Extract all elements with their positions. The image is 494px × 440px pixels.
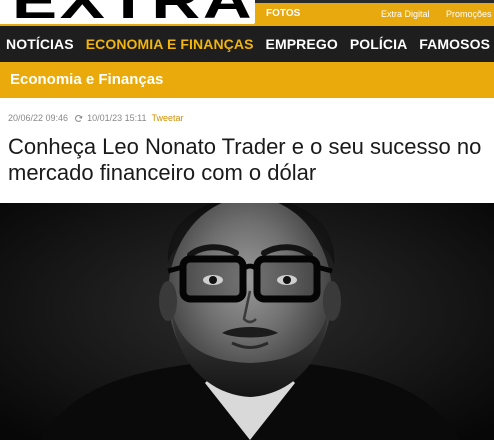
nav-item-noticias[interactable]: NOTÍCIAS [6,36,74,52]
section-title[interactable]: Economia e Finanças [10,71,163,88]
nav-item-policia[interactable]: POLÍCIA [350,36,407,52]
published-date: 20/06/22 09:46 [8,113,69,123]
left-pupil [209,276,217,284]
top-link-fotos[interactable]: FOTOS [266,8,300,19]
article-headline: Conheça Leo Nonato Trader e o seu sucess… [8,134,482,185]
article-meta: 20/06/22 09:46 10/01/23 15:11 Tweetar [8,113,183,123]
top-link-promocoes[interactable]: Promoções [446,9,492,19]
logo-text: EXTRA [12,0,254,24]
nav-item-economia-e-financas[interactable]: ECONOMIA E FINANÇAS [86,36,254,52]
page: EXTRA FOTOS Extra Digital Promoções NOTÍ… [0,0,494,440]
section-bar: Economia e Finanças [0,62,494,98]
main-nav: NOTÍCIAS ECONOMIA E FINANÇAS EMPREGO POL… [0,26,494,62]
right-ear [323,281,341,321]
refresh-icon [75,114,83,122]
portrait-image [0,203,494,440]
top-brand-bar: EXTRA FOTOS Extra Digital Promoções [0,0,494,26]
tweet-link[interactable]: Tweetar [151,113,183,123]
nav-item-famosos[interactable]: FAMOSOS [419,36,490,52]
top-link-extra-digital[interactable]: Extra Digital [381,9,430,19]
updated-date: 10/01/23 15:11 [87,113,147,123]
site-logo[interactable]: EXTRA [0,0,255,24]
nav-item-emprego[interactable]: EMPREGO [266,36,338,52]
hero-photo [0,203,494,440]
left-ear [159,281,177,321]
right-pupil [283,276,291,284]
